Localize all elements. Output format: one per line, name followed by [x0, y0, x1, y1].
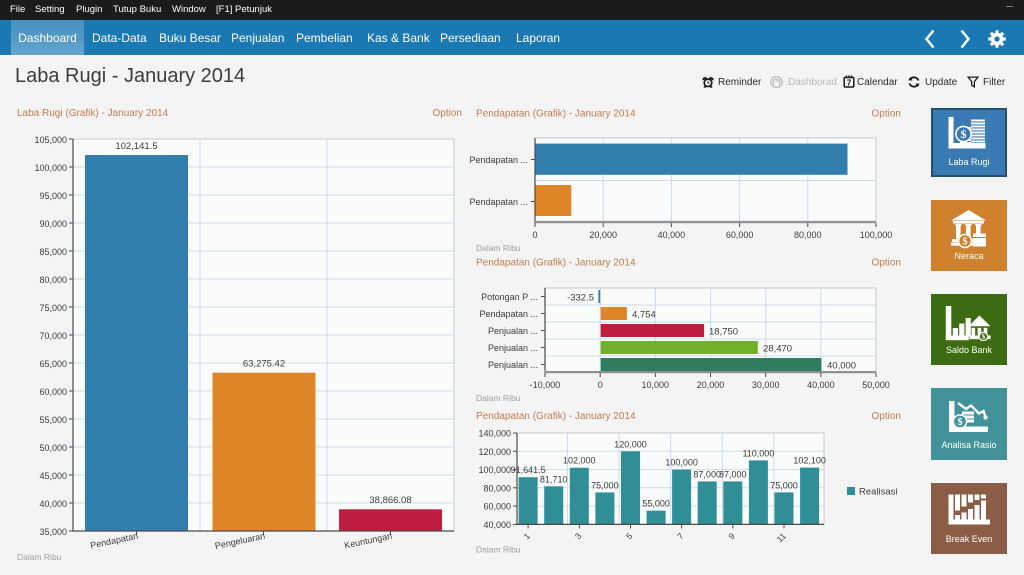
svg-text:120,000: 120,000 — [614, 439, 647, 449]
svg-text:Laba Rugi (Grafik) - January 2: Laba Rugi (Grafik) - January 2014 — [17, 108, 169, 119]
svg-text:60,000: 60,000 — [39, 387, 67, 397]
svg-text:Penjualan ...: Penjualan ... — [488, 326, 538, 336]
svg-text:80,000: 80,000 — [794, 230, 822, 240]
svg-text:$: $ — [961, 127, 967, 141]
svg-text:100,000: 100,000 — [860, 230, 893, 240]
svg-text:Option: Option — [872, 258, 901, 269]
svg-text:-332.5: -332.5 — [567, 293, 594, 304]
svg-text:20,000: 20,000 — [697, 380, 725, 390]
svg-text:10,000: 10,000 — [642, 380, 670, 390]
svg-text:102,000: 102,000 — [563, 456, 596, 466]
svg-text:Potongan P ...: Potongan P ... — [481, 292, 538, 302]
svg-text:Pendapatan ...: Pendapatan ... — [469, 155, 528, 165]
svg-text:40,000: 40,000 — [483, 520, 511, 530]
svg-text:7: 7 — [847, 78, 852, 87]
svg-text:-10,000: -10,000 — [530, 380, 561, 390]
svg-text:3: 3 — [573, 531, 584, 542]
svg-text:Option: Option — [872, 411, 901, 422]
svg-text:90,000: 90,000 — [39, 219, 67, 229]
svg-text:65,000: 65,000 — [39, 359, 67, 369]
svg-text:102,100: 102,100 — [793, 456, 826, 466]
svg-text:Realisasi: Realisasi — [859, 487, 898, 498]
svg-text:95,000: 95,000 — [39, 191, 67, 201]
svg-text:11: 11 — [775, 531, 789, 545]
svg-text:75,000: 75,000 — [39, 303, 67, 313]
svg-text:$: $ — [957, 417, 962, 428]
svg-text:40,000: 40,000 — [658, 230, 686, 240]
svg-text:4,754: 4,754 — [632, 310, 656, 321]
svg-text:Penjualan ...: Penjualan ... — [488, 360, 538, 370]
svg-text:1: 1 — [522, 531, 533, 542]
svg-text:Dalam Ribu: Dalam Ribu — [17, 552, 62, 562]
svg-text:75,000: 75,000 — [770, 480, 798, 490]
svg-text:30,000: 30,000 — [752, 380, 780, 390]
svg-text:$: $ — [963, 237, 968, 248]
svg-text:81,710: 81,710 — [540, 474, 568, 484]
svg-text:Pengeluaran: Pengeluaran — [214, 531, 266, 551]
svg-text:40,000: 40,000 — [39, 499, 67, 509]
svg-text:60,000: 60,000 — [483, 502, 511, 512]
svg-text:40,000: 40,000 — [807, 380, 835, 390]
svg-text:0: 0 — [598, 380, 603, 390]
svg-text:60,000: 60,000 — [726, 230, 754, 240]
svg-text:100,000: 100,000 — [478, 465, 511, 475]
svg-text:45,000: 45,000 — [39, 471, 67, 481]
svg-text:85,000: 85,000 — [39, 247, 67, 257]
svg-text:28,470: 28,470 — [763, 344, 792, 355]
svg-text:110,000: 110,000 — [742, 448, 774, 458]
svg-text:102,141.5: 102,141.5 — [115, 141, 157, 152]
svg-text:0: 0 — [532, 230, 537, 240]
svg-text:Pendapatan ...: Pendapatan ... — [479, 309, 538, 319]
svg-text:140,000: 140,000 — [478, 429, 511, 439]
svg-text:80,000: 80,000 — [39, 275, 67, 285]
svg-text:38,866.08: 38,866.08 — [369, 495, 411, 506]
svg-text:35,000: 35,000 — [39, 527, 67, 537]
svg-text:55,000: 55,000 — [642, 499, 670, 509]
svg-text:$: $ — [982, 334, 986, 341]
svg-text:Penjualan ...: Penjualan ... — [488, 343, 538, 353]
svg-text:20,000: 20,000 — [589, 230, 617, 240]
svg-text:50,000: 50,000 — [862, 380, 890, 390]
svg-text:Dalam Ribu: Dalam Ribu — [476, 545, 521, 555]
svg-text:87,000: 87,000 — [719, 469, 747, 479]
svg-text:5: 5 — [624, 531, 635, 542]
svg-text:Pendapatan (Grafik) - January: Pendapatan (Grafik) - January 2014 — [476, 109, 636, 120]
svg-text:Pendapatan (Grafik) - January: Pendapatan (Grafik) - January 2014 — [476, 411, 636, 422]
svg-text:40,000: 40,000 — [827, 361, 856, 372]
svg-text:Keuntungan: Keuntungan — [343, 531, 393, 551]
svg-text:Pendapatan (Grafik) - January: Pendapatan (Grafik) - January 2014 — [476, 258, 636, 269]
svg-text:70,000: 70,000 — [39, 331, 67, 341]
svg-text:50,000: 50,000 — [39, 443, 67, 453]
svg-text:100,000: 100,000 — [665, 458, 698, 468]
svg-text:Pendapatan ...: Pendapatan ... — [469, 197, 528, 207]
svg-text:18,750: 18,750 — [709, 327, 738, 338]
svg-text:7: 7 — [675, 531, 686, 542]
svg-text:120,000: 120,000 — [478, 447, 511, 457]
svg-text:87,000: 87,000 — [693, 469, 721, 479]
svg-text:Dalam Ribu: Dalam Ribu — [476, 393, 521, 403]
svg-text:63,275.42: 63,275.42 — [243, 359, 285, 370]
svg-text:75,000: 75,000 — [591, 480, 619, 490]
svg-text:55,000: 55,000 — [39, 415, 67, 425]
svg-text:80,000: 80,000 — [483, 483, 511, 493]
svg-text:Pendapatan: Pendapatan — [89, 531, 139, 551]
svg-text:Dalam Ribu: Dalam Ribu — [476, 243, 521, 252]
svg-text:Option: Option — [433, 108, 462, 119]
svg-text:105,000: 105,000 — [34, 135, 67, 145]
svg-text:9: 9 — [726, 531, 737, 542]
svg-text:Option: Option — [872, 109, 901, 120]
svg-text:100,000: 100,000 — [34, 163, 67, 173]
